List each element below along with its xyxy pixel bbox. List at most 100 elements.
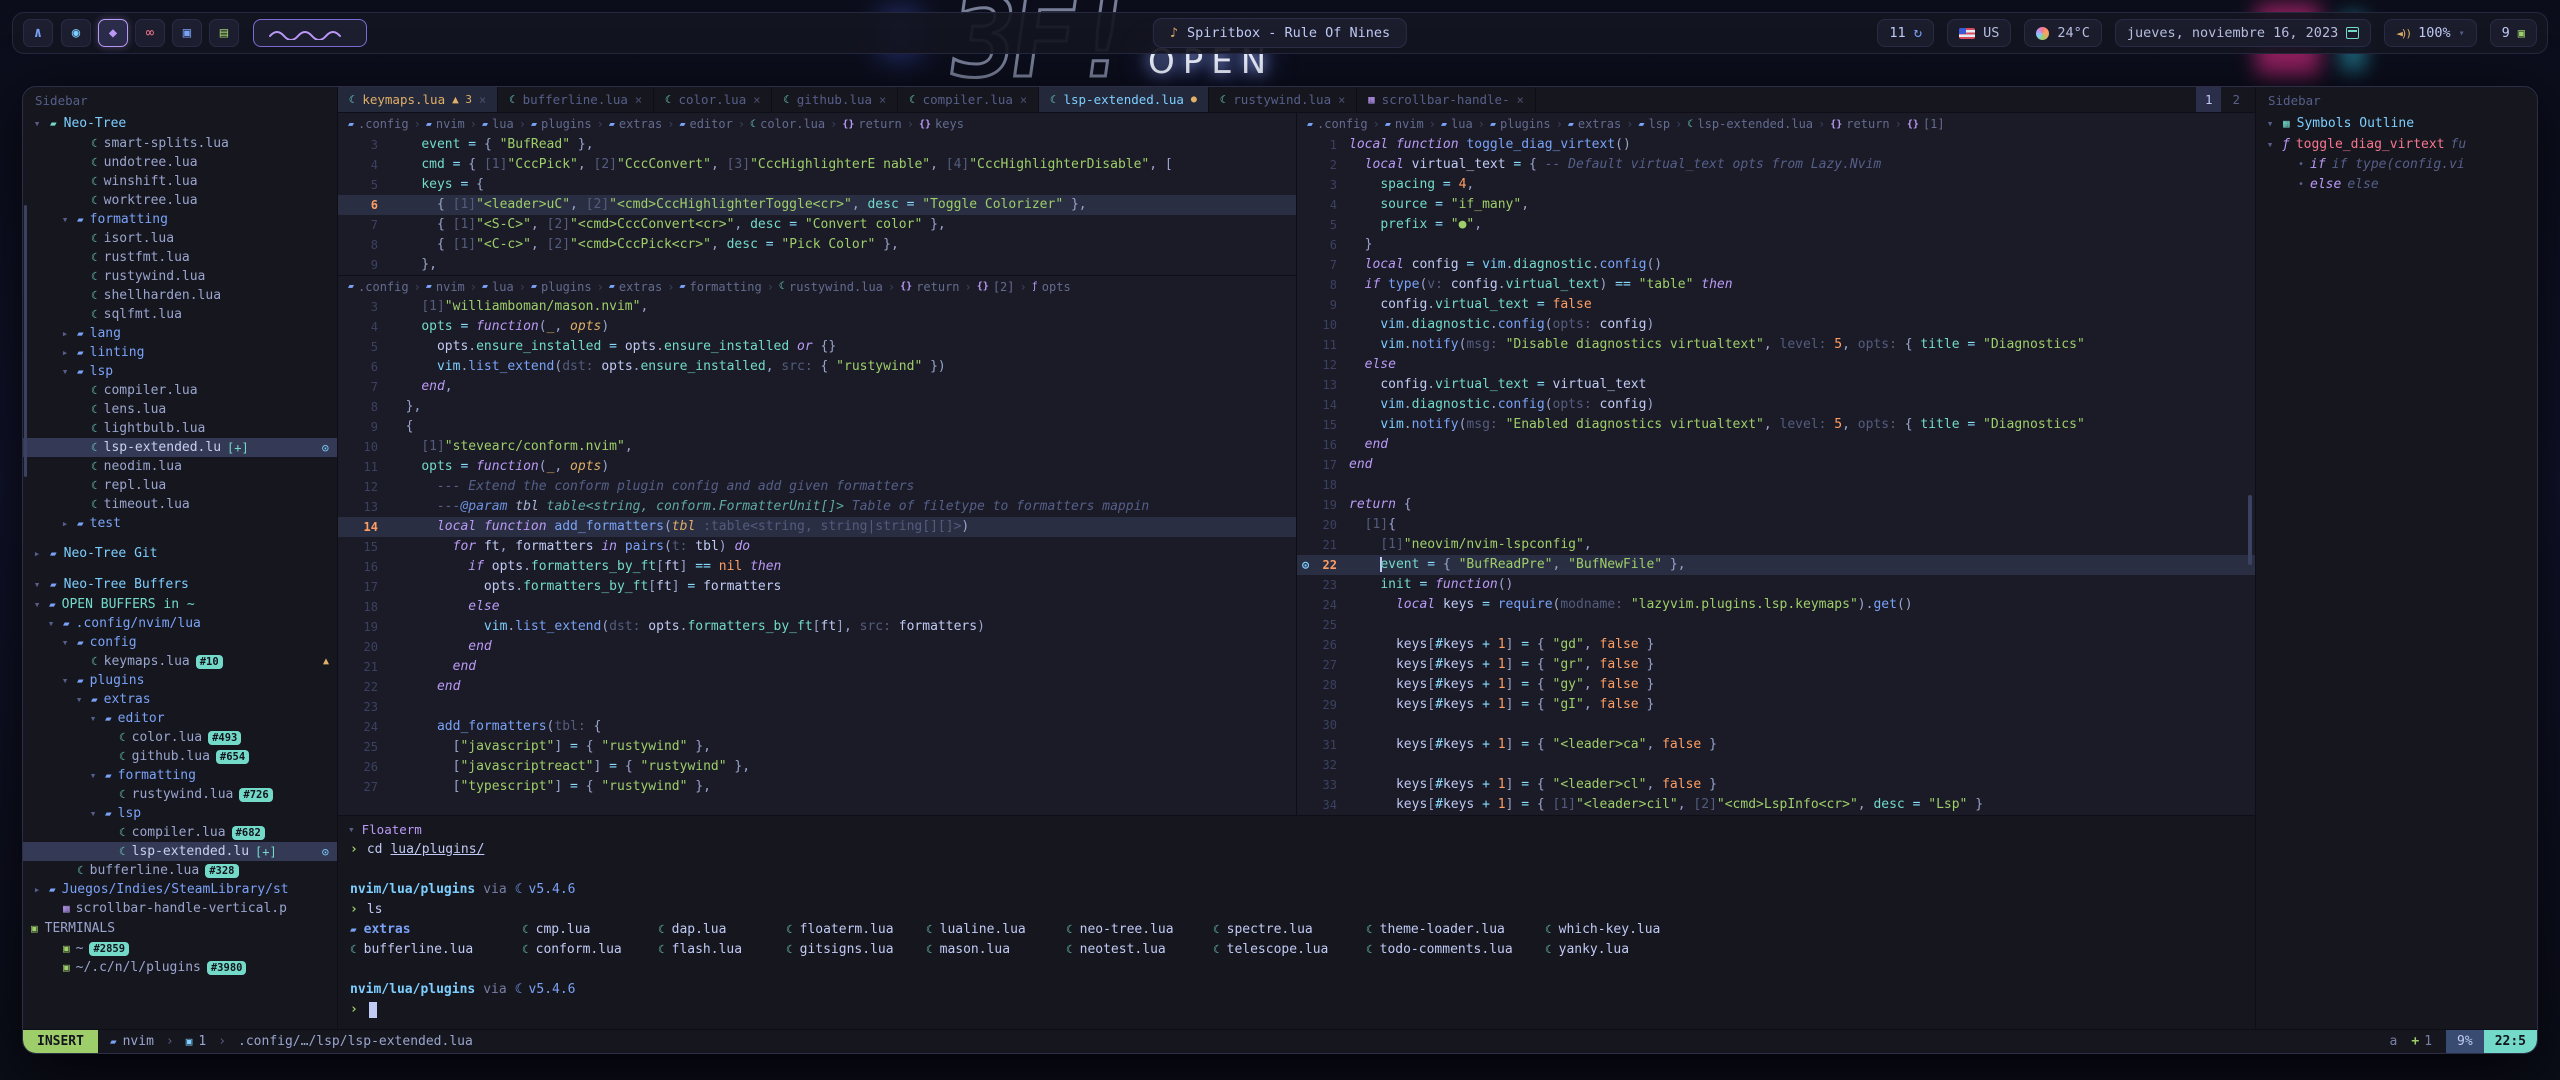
section-neo-tree[interactable]: ▾ ▰ Neo-Tree bbox=[23, 113, 337, 134]
expander-icon[interactable]: ▾ bbox=[45, 617, 57, 630]
launcher-button[interactable]: ∧ bbox=[23, 19, 53, 47]
tree-item[interactable]: ☾timeout.lua bbox=[23, 495, 337, 514]
breadcrumb-item[interactable]: ▰nvim bbox=[426, 117, 465, 131]
code-line[interactable]: 12 else bbox=[1297, 355, 2255, 375]
code-line[interactable]: 16 if opts.formatters_by_ft[ft] == nil t… bbox=[338, 557, 1296, 577]
code-line[interactable]: 12 --- Extend the conform plugin config … bbox=[338, 477, 1296, 497]
buffer-tab-color-lua[interactable]: ☾color.lua× bbox=[654, 87, 772, 112]
tree-item[interactable]: ▾▰config bbox=[23, 633, 337, 652]
workspace-button[interactable]: ▣ bbox=[172, 19, 202, 47]
expander-icon[interactable]: ▸ bbox=[31, 883, 43, 896]
breadcrumb-item[interactable]: ▰extras bbox=[609, 117, 662, 131]
buffer-tab-bufferline-lua[interactable]: ☾bufferline.lua× bbox=[498, 87, 654, 112]
section-symbols-outline[interactable]: ▾ ▦ Symbols Outline bbox=[2256, 113, 2537, 134]
outline-item[interactable]: ▾ƒtoggle_diag_virtextfu bbox=[2256, 134, 2537, 154]
code-line[interactable]: 6 vim.list_extend(dst: opts.ensure_insta… bbox=[338, 357, 1296, 377]
code-line[interactable]: 1local function toggle_diag_virtext() bbox=[1297, 135, 2255, 155]
tree-item[interactable]: ▾▰formatting bbox=[23, 210, 337, 229]
tree-item[interactable]: ▾▰extras bbox=[23, 690, 337, 709]
code-line[interactable]: 8 { [1]"<C-c>", [2]"<cmd>CccPick<cr>", d… bbox=[338, 235, 1296, 255]
tree-item[interactable]: ☾compiler.lua bbox=[23, 381, 337, 400]
expander-icon[interactable]: ▾ bbox=[73, 693, 85, 706]
expander-icon[interactable]: ▸ bbox=[59, 346, 71, 359]
close-icon[interactable]: × bbox=[1338, 93, 1345, 107]
tree-item[interactable]: ☾winshift.lua bbox=[23, 172, 337, 191]
buffer-tab-keymaps-lua[interactable]: ☾keymaps.lua▲ 3× bbox=[338, 87, 498, 112]
code-line[interactable]: 13 config.virtual_text = virtual_text bbox=[1297, 375, 2255, 395]
section-neo-tree-buffers[interactable]: ▾ ▰ Neo-Tree Buffers bbox=[23, 574, 337, 595]
breadcrumb-item[interactable]: ☾lsp-extended.lua bbox=[1687, 117, 1813, 131]
tabpage-2[interactable]: 2 bbox=[2223, 87, 2249, 112]
expander-icon[interactable]: ▾ bbox=[31, 598, 43, 611]
close-icon[interactable]: × bbox=[1020, 93, 1027, 107]
code-line[interactable]: 2 local virtual_text = { -- Default virt… bbox=[1297, 155, 2255, 175]
tree-item[interactable]: ☾compiler.lua#682 bbox=[23, 823, 337, 842]
editor-scrollbar[interactable] bbox=[2248, 495, 2252, 565]
code-line[interactable]: 4 cmd = { [1]"CccPick", [2]"CccConvert",… bbox=[338, 155, 1296, 175]
date-widget[interactable]: jueves, noviembre 16, 2023 bbox=[2115, 19, 2371, 47]
code-line[interactable]: 23 bbox=[338, 697, 1296, 717]
code-line[interactable]: 27 ["typescript"] = { "rustywind" }, bbox=[338, 777, 1296, 797]
breadcrumb-item[interactable]: ▰.config bbox=[348, 117, 409, 131]
code-line[interactable]: 9 }, bbox=[338, 255, 1296, 275]
code-line[interactable]: 4 source = "if_many", bbox=[1297, 195, 2255, 215]
code-line[interactable]: 32 bbox=[1297, 755, 2255, 775]
code-line[interactable]: 30 bbox=[1297, 715, 2255, 735]
breadcrumb-item[interactable]: {}[1] bbox=[1907, 117, 1945, 131]
tree-item[interactable]: ☾lens.lua bbox=[23, 400, 337, 419]
code-line[interactable]: 7 local config = vim.diagnostic.config() bbox=[1297, 255, 2255, 275]
tree-item[interactable]: ▾▰formatting bbox=[23, 766, 337, 785]
close-icon[interactable]: × bbox=[1517, 93, 1524, 107]
code-line[interactable]: 24 local keys = require(modname: "lazyvi… bbox=[1297, 595, 2255, 615]
tree-item[interactable]: ☾lightbulb.lua bbox=[23, 419, 337, 438]
workspace-button[interactable]: ▤ bbox=[209, 19, 239, 47]
tree-item[interactable]: ☾sqlfmt.lua bbox=[23, 305, 337, 324]
tree-item[interactable]: ▾▰plugins bbox=[23, 671, 337, 690]
breadcrumb-item[interactable]: ▰nvim bbox=[426, 280, 465, 294]
code-line[interactable]: 20 end bbox=[338, 637, 1296, 657]
workspace-button[interactable]: ◆ bbox=[98, 19, 128, 47]
tree-item[interactable]: ☾smart-splits.lua bbox=[23, 134, 337, 153]
breadcrumb-item[interactable]: ▰.config bbox=[348, 280, 409, 294]
tree-item[interactable]: ☾github.lua#654 bbox=[23, 747, 337, 766]
breadcrumb-item[interactable]: ƒopts bbox=[1032, 280, 1071, 294]
close-icon[interactable]: × bbox=[479, 93, 486, 107]
code-line[interactable]: 27 keys[#keys + 1] = { "gr", false } bbox=[1297, 655, 2255, 675]
code-line[interactable]: 16 end bbox=[1297, 435, 2255, 455]
code-line[interactable]: 8 if type(v: config.virtual_text) == "ta… bbox=[1297, 275, 2255, 295]
code-line[interactable]: 5 prefix = "●", bbox=[1297, 215, 2255, 235]
breadcrumb-item[interactable]: ▰lua bbox=[1441, 117, 1473, 131]
code-line[interactable]: 6 { [1]"<leader>uC", [2]"<cmd>CccHighlig… bbox=[338, 195, 1296, 215]
code-line[interactable]: 17end bbox=[1297, 455, 2255, 475]
tree-item[interactable]: ☾keymaps.lua#10▲ bbox=[23, 652, 337, 671]
breadcrumb-item[interactable]: {}return bbox=[900, 280, 959, 294]
tree-item[interactable]: ☾rustywind.lua#726 bbox=[23, 785, 337, 804]
code-line[interactable]: 21 [1]"neovim/nvim-lspconfig", bbox=[1297, 535, 2255, 555]
expander-icon[interactable]: ▾ bbox=[59, 674, 71, 687]
code-line[interactable]: 21 end bbox=[338, 657, 1296, 677]
tree-item[interactable]: ☾shellharden.lua bbox=[23, 286, 337, 305]
volume-widget[interactable]: ◄)) 100% ▾ bbox=[2384, 19, 2476, 47]
code-line[interactable]: 3 event = { "BufRead" }, bbox=[338, 135, 1296, 155]
buffer-tab-github-lua[interactable]: ☾github.lua× bbox=[772, 87, 898, 112]
code-line[interactable]: 9 { bbox=[338, 417, 1296, 437]
tabpage-1[interactable]: 1 bbox=[2196, 87, 2222, 112]
breadcrumb-item[interactable]: {}return bbox=[842, 117, 901, 131]
code-line[interactable]: 25 ["javascript"] = { "rustywind" }, bbox=[338, 737, 1296, 757]
code-line[interactable]: 24 add_formatters(tbl: { bbox=[338, 717, 1296, 737]
code-line[interactable]: 8 }, bbox=[338, 397, 1296, 417]
code-line[interactable]: 33 keys[#keys + 1] = { "<leader>cl", fal… bbox=[1297, 775, 2255, 795]
close-icon[interactable]: × bbox=[635, 93, 642, 107]
workspace-title-widget[interactable] bbox=[253, 19, 367, 47]
buffer-tab-scrollbar-handle-[interactable]: ▦scrollbar-handle-× bbox=[1357, 87, 1536, 112]
buffer-tab-compiler-lua[interactable]: ☾compiler.lua× bbox=[898, 87, 1039, 112]
expander-icon[interactable]: ▾ bbox=[59, 636, 71, 649]
expander-icon[interactable]: ▾ bbox=[87, 807, 99, 820]
code-line[interactable]: 23 init = function() bbox=[1297, 575, 2255, 595]
close-icon[interactable]: × bbox=[879, 93, 886, 107]
code-line[interactable]: 10 vim.diagnostic.config(opts: config) bbox=[1297, 315, 2255, 335]
code-line[interactable]: 10 [1]"stevearc/conform.nvim", bbox=[338, 437, 1296, 457]
expander-icon[interactable]: ▾ bbox=[59, 365, 71, 378]
code-line[interactable]: 4 opts = function(_, opts) bbox=[338, 317, 1296, 337]
keyboard-layout-widget[interactable]: US bbox=[1947, 19, 2011, 47]
